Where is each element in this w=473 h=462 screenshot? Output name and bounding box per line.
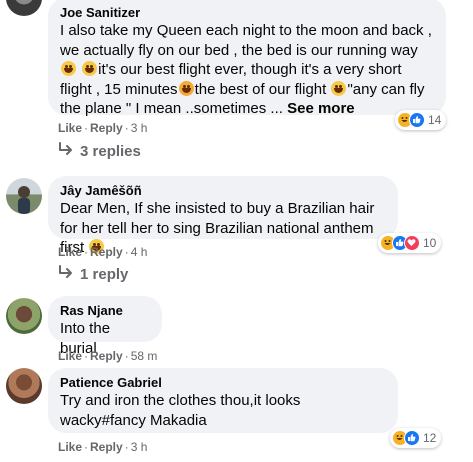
reply-arrow-icon (58, 265, 74, 285)
like-link[interactable]: Like (58, 245, 82, 259)
like-link[interactable]: Like (58, 121, 82, 135)
reaction-count: 12 (423, 431, 437, 445)
comment-actions: Like · Reply · 3 h (58, 440, 148, 454)
comment-bubble: Joe Sanitizer I also take my Queen each … (48, 0, 446, 117)
reaction-count: 10 (423, 236, 437, 250)
laughing-emoji-icon (331, 80, 347, 96)
avatar[interactable] (6, 0, 42, 16)
like-reaction-icon (409, 112, 425, 128)
comment-timestamp[interactable]: 4 h (131, 245, 148, 259)
comment-author[interactable]: Patience Gabriel (60, 374, 386, 391)
view-replies-button[interactable]: 1 reply (58, 265, 128, 285)
comment-author[interactable]: Ras Njane (60, 302, 150, 319)
see-more-link[interactable]: See more (287, 100, 355, 117)
comment-author[interactable]: Jây Jamêšõñ (60, 182, 386, 199)
reply-link[interactable]: Reply (90, 245, 123, 259)
reply-arrow-icon (58, 142, 74, 162)
view-replies-button[interactable]: 3 replies (58, 142, 141, 162)
like-link[interactable]: Like (58, 440, 82, 454)
reaction-summary[interactable]: 12 (390, 428, 442, 448)
yawning-emoji-icon (178, 80, 194, 96)
comment-bubble: Jây Jamêšõñ Dear Men, If she insisted to… (48, 176, 398, 256)
like-reaction-icon (404, 430, 420, 446)
comment-actions: Like · Reply · 3 h (58, 121, 148, 135)
comment-timestamp[interactable]: 3 h (131, 121, 148, 135)
comment-text: I also take my Queen each night to the m… (60, 22, 432, 117)
comment-actions: Like · Reply · 58 m (58, 349, 158, 363)
avatar[interactable] (6, 298, 42, 334)
love-reaction-icon (404, 235, 420, 251)
reaction-summary[interactable]: 14 (395, 110, 447, 130)
avatar[interactable] (6, 368, 42, 404)
comment-text: Try and iron the clothes thou,it looks w… (60, 392, 301, 429)
reply-link[interactable]: Reply (90, 121, 123, 135)
comment-bubble: Ras Njane Into the burial (48, 296, 162, 357)
laughing-emoji-icon (82, 61, 98, 76)
reply-link[interactable]: Reply (90, 349, 123, 363)
avatar[interactable] (6, 178, 42, 214)
comment-timestamp[interactable]: 3 h (131, 440, 148, 454)
replies-label: 3 replies (80, 143, 141, 160)
reply-link[interactable]: Reply (90, 440, 123, 454)
reaction-summary[interactable]: 10 (378, 233, 442, 253)
reaction-count: 14 (428, 113, 442, 127)
comment-bubble: Patience Gabriel Try and iron the clothe… (48, 368, 398, 433)
laughing-emoji-icon (61, 61, 76, 76)
comment-actions: Like · Reply · 4 h (58, 245, 148, 259)
comment-timestamp[interactable]: 58 m (131, 349, 158, 363)
like-link[interactable]: Like (58, 349, 82, 363)
replies-label: 1 reply (80, 266, 129, 283)
comment-author[interactable]: Joe Sanitizer (60, 4, 434, 21)
